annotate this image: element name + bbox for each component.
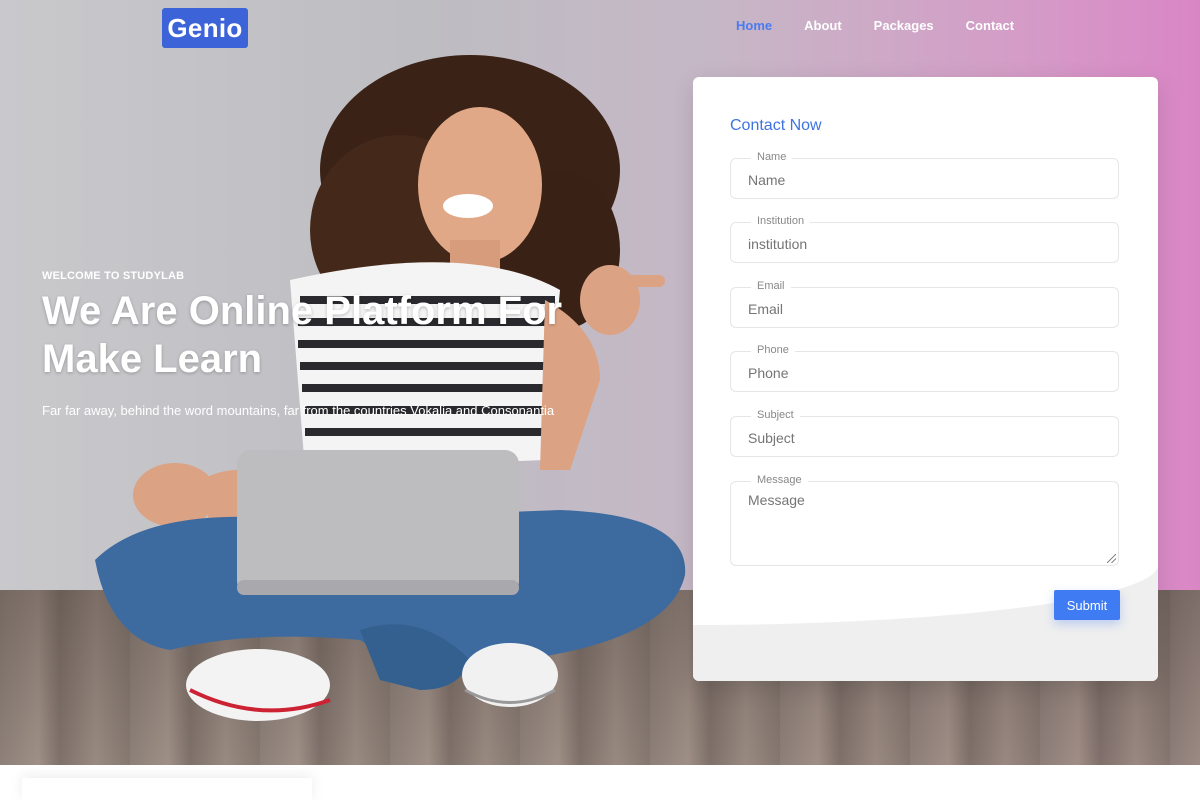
phone-input[interactable] [746, 352, 1105, 393]
phone-field: Phone [730, 344, 1119, 393]
contact-form-title: Contact Now [730, 117, 822, 134]
subject-field: Subject [730, 409, 1119, 458]
resize-grip-icon[interactable] [1107, 554, 1116, 563]
email-field: Email [730, 280, 1119, 329]
name-input[interactable] [746, 159, 1105, 200]
institution-input[interactable] [746, 223, 1105, 264]
hero-description: Far far away, behind the word mountains,… [42, 403, 555, 418]
main-nav: Home About Packages Contact [736, 18, 1046, 33]
nav-about[interactable]: About [804, 18, 842, 33]
message-textarea[interactable] [746, 490, 1105, 564]
contact-form-card: Contact Now Name Institution Email Phone… [693, 77, 1158, 681]
hero-title: We Are Online Platform For Make Learn [42, 289, 563, 381]
message-field-label: Message [751, 474, 808, 486]
brand-logo[interactable]: Genio [162, 8, 248, 48]
email-input[interactable] [746, 288, 1105, 329]
nav-home[interactable]: Home [736, 18, 772, 33]
submit-button[interactable]: Submit [1054, 590, 1120, 620]
next-section-card [22, 778, 312, 800]
subject-input[interactable] [746, 417, 1105, 458]
nav-packages[interactable]: Packages [874, 18, 934, 33]
hero-subtitle: WELCOME TO STUDYLAB [42, 270, 185, 282]
institution-field: Institution [730, 215, 1119, 264]
message-field: Message [730, 474, 1119, 566]
name-field: Name [730, 151, 1119, 200]
nav-contact[interactable]: Contact [966, 18, 1014, 33]
